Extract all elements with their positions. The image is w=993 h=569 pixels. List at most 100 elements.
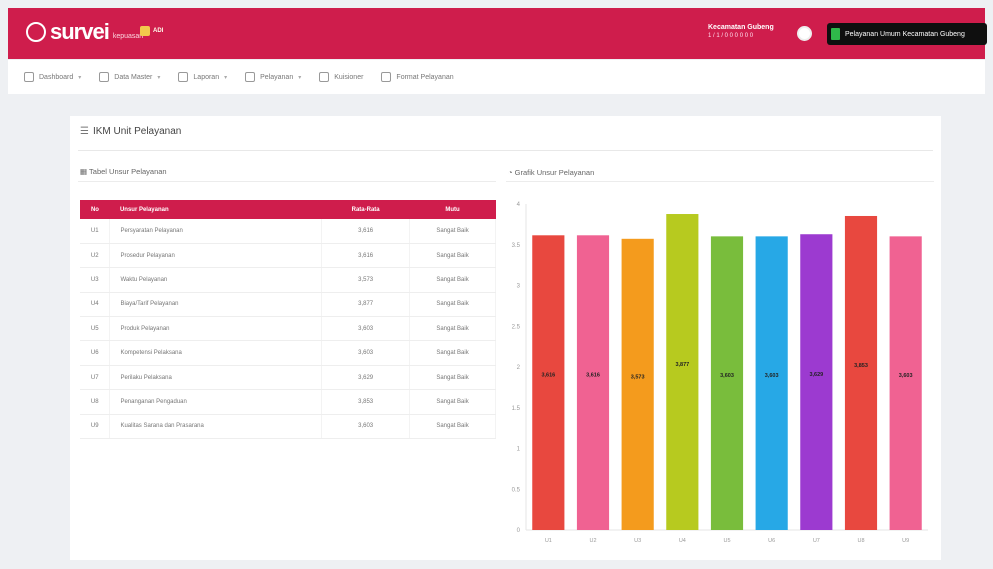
bar-u8: [844, 215, 878, 530]
logo-icon: [26, 22, 46, 42]
cell-rata: 3,573: [321, 267, 411, 293]
table-row[interactable]: U6 Kompetensi Pelaksana 3,603 Sangat Baik: [80, 340, 496, 366]
card-title-text: IKM Unit Pelayanan: [92, 126, 182, 137]
y-tick-label: 0.5: [512, 487, 521, 493]
ikm-card: ☰ IKM Unit Pelayanan ▦ Tabel Unsur Pelay…: [70, 116, 941, 560]
table-row[interactable]: U2 Prosedur Pelayanan 3,616 Sangat Baik: [80, 243, 496, 269]
chart-icon: ◔: [508, 168, 515, 177]
table-row[interactable]: U1 Persyaratan Pelayanan 3,616 Sangat Baik: [80, 219, 496, 244]
chevron-down-icon: ▾: [78, 74, 82, 81]
chevron-down-icon: ▾: [224, 74, 228, 81]
y-tick-label: 0: [517, 528, 521, 534]
x-tick-label: U3: [634, 538, 641, 544]
col-no-header[interactable]: No: [80, 200, 110, 219]
user-name: Kecamatan Gubeng: [708, 24, 774, 31]
menu-item-label: Dashboard: [39, 73, 74, 81]
y-tick-label: 1: [517, 447, 521, 453]
table-row[interactable]: U7 Perilaku Pelaksana 3,629 Sangat Baik: [80, 365, 496, 391]
user-subtitle: 1 / 1 / 0 0 0 0 0 0: [708, 33, 754, 39]
unit-icon: [831, 28, 840, 40]
bar-data-label: 3,616: [541, 373, 555, 379]
menu-item[interactable]: Format Pelayanan: [381, 72, 454, 82]
clipboard-icon: [245, 72, 256, 82]
table-row[interactable]: U4 Biaya/Tarif Pelayanan 3,877 Sangat Baik: [80, 292, 496, 318]
table-row[interactable]: U3 Waktu Pelayanan 3,573 Sangat Baik: [80, 267, 496, 293]
bar-u3: [621, 238, 654, 530]
cell-mutu: Sangat Baik: [409, 316, 496, 342]
y-tick-label: 3: [517, 284, 521, 290]
y-tick-label: 4: [517, 202, 521, 208]
app-logo[interactable]: survei kepuasan: [26, 20, 143, 44]
cell-no: U8: [80, 389, 111, 415]
cell-unsur: Prosedur Pelayanan: [109, 243, 323, 269]
table-section-title-text: Tabel Unsur Pelayanan: [89, 167, 167, 176]
cell-unsur: Biaya/Tarif Pelayanan: [109, 292, 323, 318]
cell-mutu: Sangat Baik: [409, 219, 496, 244]
divider: [78, 181, 496, 182]
x-tick-label: U8: [857, 538, 864, 544]
emblem-icon: [140, 26, 150, 36]
unsur-chart: 0 0.5 1 1.5 2 2.5 3 3.5 4 3,616 U1 3,616 U2 3,573 U3 3,…: [512, 202, 928, 544]
cell-no: U4: [80, 292, 111, 318]
unit-selector-button[interactable]: Pelayanan Umum Kecamatan Gubeng: [827, 23, 987, 45]
cell-rata: 3,603: [321, 316, 411, 342]
x-tick-label: U9: [902, 538, 909, 544]
y-tick-label: 1.5: [512, 406, 521, 412]
cell-unsur: Perilaku Pelaksana: [109, 365, 323, 391]
bar-data-label: 3,616: [586, 373, 600, 379]
cell-mutu: Sangat Baik: [409, 340, 496, 366]
cell-mutu: Sangat Baik: [409, 267, 496, 293]
col-mutu-header[interactable]: Mutu: [409, 200, 496, 219]
bar-u1: [532, 235, 565, 530]
bar-u7: [800, 234, 833, 530]
menu-item[interactable]: Laporan ▾: [178, 72, 227, 82]
col-rata-header[interactable]: Rata-Rata: [321, 200, 410, 219]
emblem-text: ADI: [153, 28, 164, 34]
bar-data-label: 3,629: [809, 372, 823, 378]
list-icon: ☰: [80, 126, 89, 137]
emblem: ADI: [140, 26, 163, 36]
bar-data-label: 3,853: [854, 363, 868, 369]
avatar[interactable]: [797, 26, 812, 41]
unsur-table: No Unsur Pelayanan Rata-Rata Mutu U1 Pers…: [80, 200, 496, 440]
bar-u6: [755, 236, 788, 530]
cell-unsur: Produk Pelayanan: [109, 316, 323, 342]
table-row[interactable]: U9 Kualitas Sarana dan Prasarana 3,603 Sang…: [80, 414, 496, 440]
x-tick-label: U7: [813, 538, 820, 544]
x-tick-label: U2: [589, 538, 596, 544]
unit-label: Pelayanan Umum Kecamatan Gubeng: [845, 30, 965, 38]
dashboard-icon: [24, 72, 34, 82]
cell-no: U6: [80, 340, 111, 366]
cell-no: U3: [80, 267, 111, 293]
col-unsur-header[interactable]: Unsur Pelayanan: [109, 200, 322, 219]
bar-data-label: 3,573: [631, 374, 645, 380]
cell-no: U9: [80, 414, 111, 440]
y-tick-label: 2.5: [512, 324, 521, 330]
database-icon: [99, 72, 110, 82]
cell-rata: 3,616: [321, 219, 411, 244]
menu-item[interactable]: Pelayanan ▾: [245, 72, 301, 82]
chevron-down-icon: ▾: [298, 74, 302, 81]
cell-mutu: Sangat Baik: [409, 389, 496, 415]
cell-rata: 3,616: [321, 243, 411, 269]
document-icon: [178, 72, 189, 82]
cell-no: U2: [80, 243, 111, 269]
top-header: survei kepuasan ADI Kecamatan Gubeng 1 /…: [8, 8, 987, 59]
menu-item[interactable]: Data Master ▾: [99, 72, 160, 82]
menu-item-label: Data Master: [114, 73, 153, 81]
divider: [78, 150, 933, 151]
bell-icon: [381, 72, 392, 82]
menu-item-label: Pelayanan: [260, 73, 294, 81]
cell-unsur: Penanganan Pengaduan: [109, 389, 323, 415]
table-row[interactable]: U5 Produk Pelayanan 3,603 Sangat Baik: [80, 316, 496, 342]
table-row[interactable]: U8 Penanganan Pengaduan 3,853 Sangat Baik: [80, 389, 496, 415]
menu-item[interactable]: Dashboard ▾: [24, 72, 81, 82]
user-info[interactable]: Kecamatan Gubeng 1 / 1 / 0 0 0 0 0 0: [708, 23, 774, 40]
x-tick-label: U1: [545, 538, 552, 544]
menu-item-label: Kuisioner: [334, 73, 364, 81]
bar-u9: [889, 236, 922, 530]
menu-item[interactable]: Kuisioner: [319, 72, 363, 82]
cell-mutu: Sangat Baik: [409, 292, 496, 318]
cell-rata: 3,877: [321, 292, 411, 318]
cell-unsur: Kompetensi Pelaksana: [109, 340, 323, 366]
